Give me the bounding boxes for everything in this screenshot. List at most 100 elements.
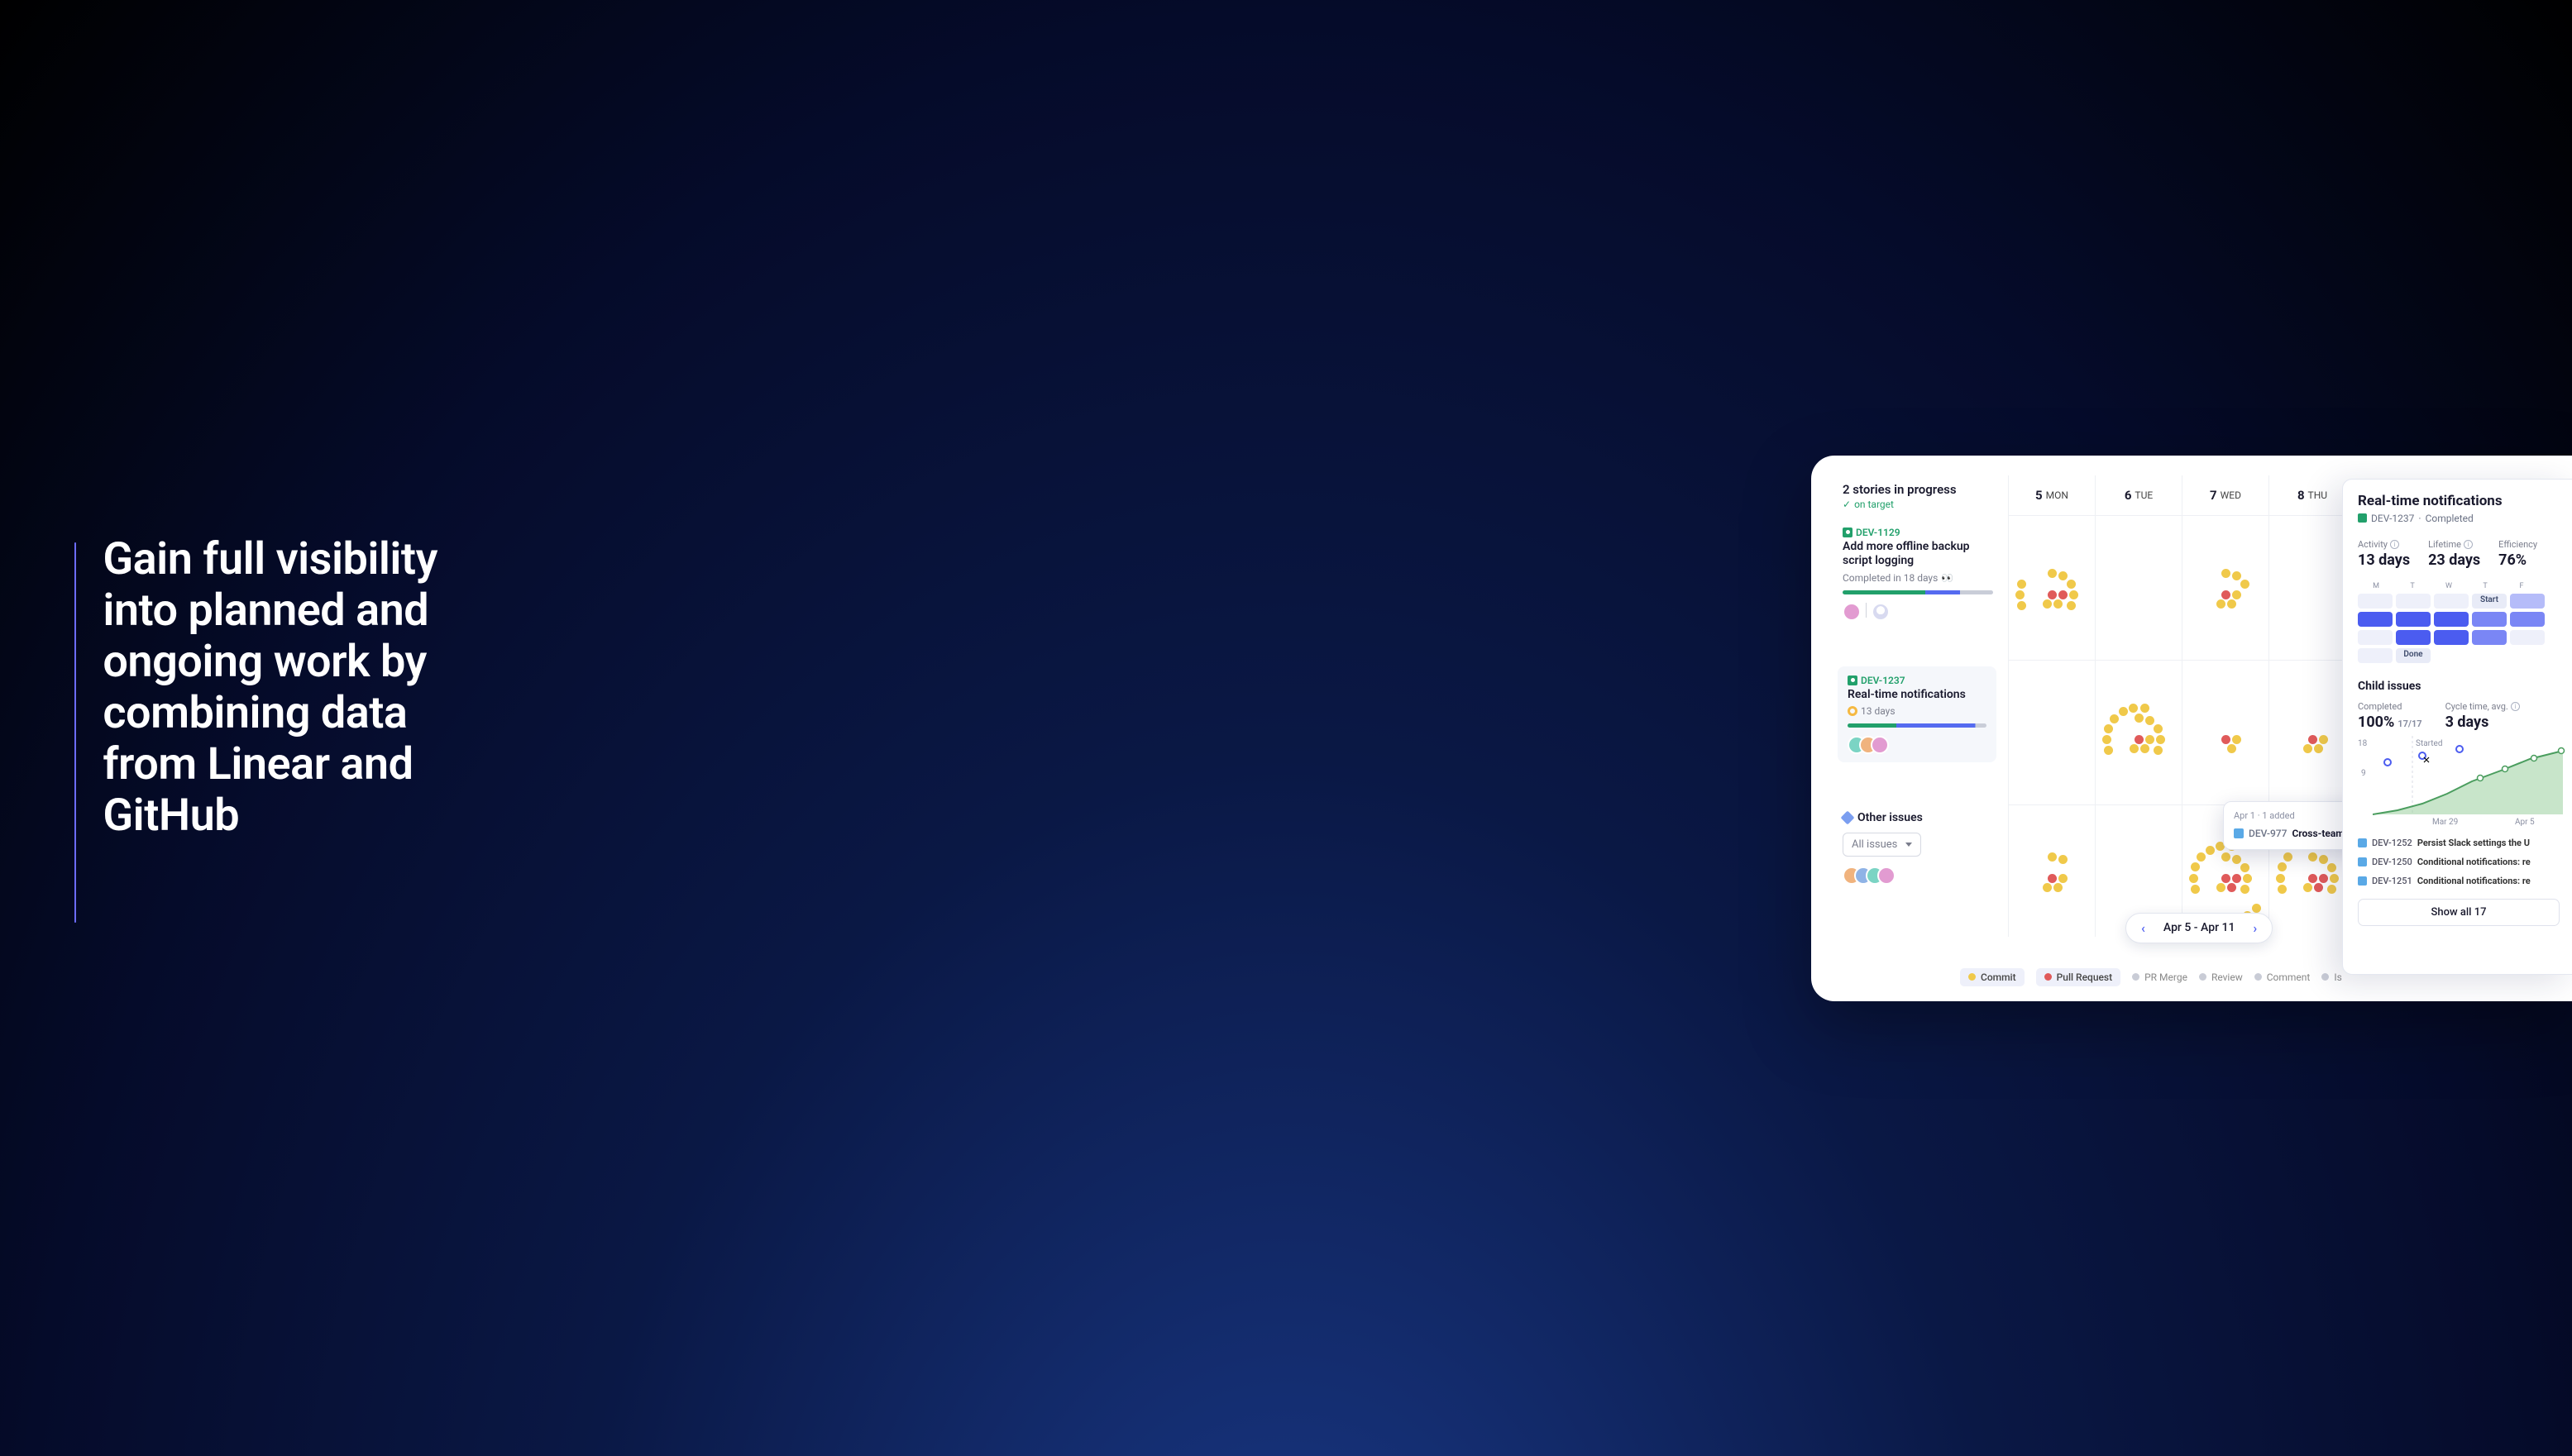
burndown-chart: 18 9 Started: [2358, 736, 2556, 827]
info-icon[interactable]: i: [2511, 702, 2520, 711]
avatar: [1843, 603, 1861, 621]
commit-dot: [2216, 883, 2225, 892]
commit-dot: [2216, 599, 2225, 609]
info-icon[interactable]: i: [2464, 540, 2473, 549]
legend-pr-merge[interactable]: PR Merge: [2132, 971, 2187, 983]
chevron-right-icon[interactable]: ›: [2253, 920, 2257, 936]
commit-dot: [2130, 744, 2139, 753]
commit-dot: [2327, 863, 2336, 872]
stat-label-lifetime: Lifetime: [2428, 539, 2461, 550]
story-card[interactable]: DEV-1129 Add more offline backup script …: [1843, 515, 2008, 660]
timeline-header: 2 stories in progress ✓on target: [1843, 475, 2008, 515]
tooltip-issue-key: DEV-977: [2249, 828, 2287, 839]
calendar-start-tag: Start: [2472, 594, 2507, 609]
list-item[interactable]: DEV-1252Persist Slack settings the U: [2358, 833, 2572, 852]
legend-pull-request[interactable]: Pull Request: [2036, 968, 2120, 986]
detail-key: DEV-1237: [2371, 513, 2414, 524]
assignee-avatars: [1848, 736, 1986, 754]
chevron-left-icon[interactable]: ‹: [2141, 920, 2145, 936]
commit-dot: [2145, 735, 2154, 744]
commit-dot: [2058, 571, 2068, 580]
commit-dot: [2327, 885, 2336, 894]
issue-detail-panel: Real-time notifications DEV-1237·Complet…: [2342, 479, 2572, 975]
commit-dot: [2017, 580, 2026, 589]
commit-dot: [2308, 852, 2317, 862]
date-range-label: Apr 5 - Apr 11: [2163, 921, 2235, 934]
chart-x-tick: Apr 5: [2515, 818, 2535, 827]
eyes-icon: 👀: [1941, 572, 1953, 584]
child-issue-list: DEV-1252Persist Slack settings the U DEV…: [2358, 833, 2572, 890]
target-status: on target: [1854, 499, 1894, 510]
diamond-icon: [1841, 810, 1855, 824]
show-all-button[interactable]: Show all 17: [2358, 899, 2560, 926]
commit-dot: [2221, 569, 2230, 578]
stat-label-efficiency: Efficiency: [2498, 539, 2537, 550]
commit-dot: [2206, 846, 2215, 855]
list-item[interactable]: DEV-1251Conditional notifications: re: [2358, 871, 2572, 890]
story-card-selected[interactable]: DEV-1237 Real-time notifications 13 days: [1843, 660, 2008, 804]
stat-value-efficiency: 76%: [2498, 551, 2537, 569]
commit-dot: [2140, 744, 2149, 753]
commit-dot: [2119, 707, 2128, 716]
commit-dot: [2048, 569, 2057, 578]
story-icon: [1843, 528, 1853, 537]
commit-dot: [2189, 874, 2198, 883]
issue-filter-select[interactable]: All issues: [1843, 833, 1921, 857]
info-icon[interactable]: i: [2390, 540, 2399, 549]
story-icon: [1848, 675, 1857, 685]
commit-dot: [2232, 855, 2241, 864]
pull-request-dot: [2308, 735, 2317, 744]
assignee-avatars: [1843, 603, 1993, 621]
pull-request-dot: [2221, 590, 2230, 599]
pull-request-dot: [2221, 874, 2230, 883]
legend-commit[interactable]: Commit: [1960, 968, 2025, 986]
commit-dot: [2278, 885, 2287, 894]
list-item[interactable]: DEV-1250Conditional notifications: re: [2358, 852, 2572, 871]
commit-dot: [2102, 735, 2111, 744]
other-issues-title: Other issues: [1857, 811, 1923, 824]
avatar: [1877, 866, 1896, 885]
child-completed-value: 100%: [2358, 714, 2394, 731]
pull-request-dot: [2135, 735, 2144, 744]
commit-dot: [2240, 885, 2249, 894]
ring-icon: [1848, 706, 1857, 716]
story-title: Add more offline backup script logging: [1843, 540, 1993, 569]
legend-review[interactable]: Review: [2199, 971, 2243, 983]
stories-count: 2 stories in progress: [1843, 482, 2000, 497]
story-title: Real-time notifications: [1848, 688, 1986, 703]
story-meta: Completed in 18 days: [1843, 572, 1938, 584]
child-completed-label: Completed: [2358, 701, 2422, 712]
story-meta: 13 days: [1861, 705, 1896, 717]
pull-request-dot: [2048, 874, 2057, 883]
commit-dot: [2053, 599, 2063, 609]
legend-comment[interactable]: Comment: [2254, 971, 2311, 983]
other-issues-section: Other issues All issues: [1843, 804, 2008, 937]
commit-dot: [2043, 599, 2052, 609]
progress-bar: [1848, 723, 1986, 728]
commit-dot: [2145, 716, 2154, 725]
progress-bar: [1843, 590, 1993, 594]
child-cycle-value: 3 days: [2445, 714, 2520, 731]
commit-dot: [2110, 714, 2119, 723]
avatar: [1872, 603, 1890, 621]
legend-issue[interactable]: Is: [2321, 971, 2341, 983]
commit-dot: [2240, 580, 2249, 589]
hero-headline: Gain full visibility into planned and on…: [103, 534, 455, 843]
commit-dot: [2232, 735, 2241, 744]
detail-status: Completed: [2426, 513, 2474, 524]
accent-bar: [74, 542, 76, 923]
commit-dot: [2319, 855, 2328, 864]
pull-request-dot: [2314, 883, 2323, 892]
pull-request-dot: [2221, 735, 2230, 744]
app-dashboard-card: 2 stories in progress ✓on target 5MON 6T…: [1811, 456, 2572, 1001]
commit-dot: [2278, 862, 2287, 871]
commit-dot: [2303, 744, 2312, 753]
pull-request-dot: [2058, 590, 2068, 599]
story-icon: [2358, 513, 2367, 523]
issue-icon: [2358, 838, 2367, 847]
commit-dot: [2243, 874, 2252, 883]
date-range-nav: ‹ Apr 5 - Apr 11 ›: [2125, 913, 2273, 943]
commit-dot: [2314, 744, 2323, 753]
pull-request-dot: [2308, 874, 2317, 883]
issue-key: DEV-1237: [1861, 675, 1905, 686]
